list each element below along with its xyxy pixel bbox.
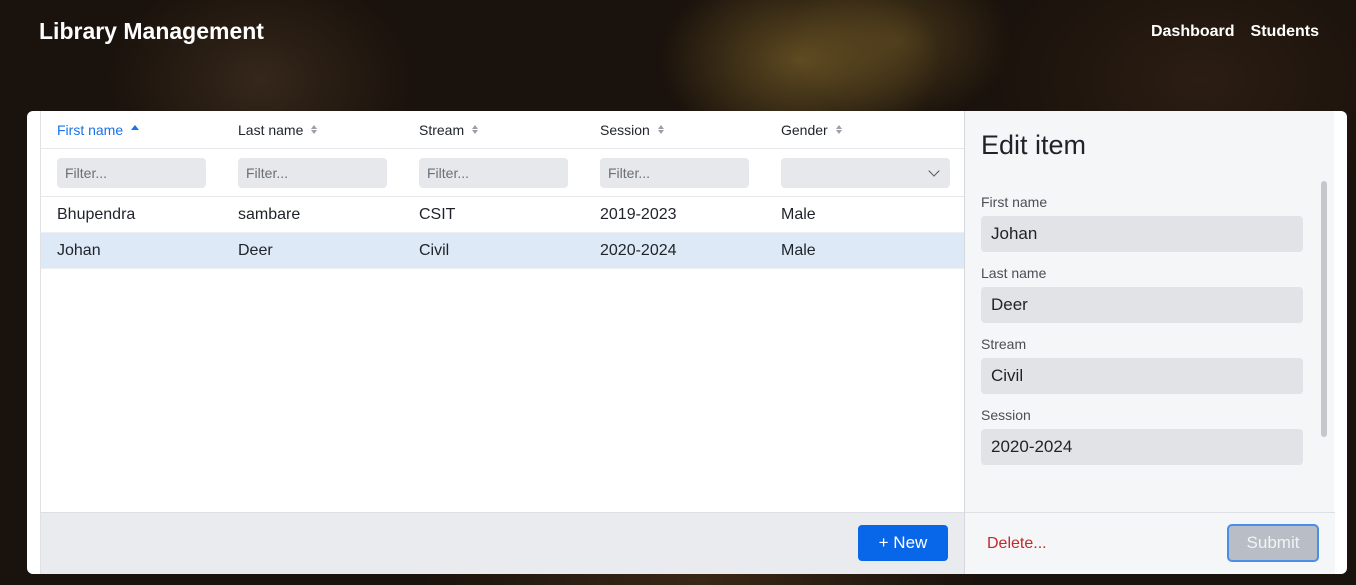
last-name-field[interactable]: Deer [981, 287, 1303, 323]
scrollbar-thumb[interactable] [1321, 181, 1327, 437]
session-filter-input[interactable] [600, 157, 749, 188]
cell-last-name: sambare [238, 205, 301, 223]
app-title[interactable]: Library Management [39, 18, 264, 45]
grid-header: First name Last name Stream Session Gend… [41, 111, 965, 149]
nav-students-link[interactable]: Students [1251, 23, 1319, 41]
column-label: Session [600, 121, 650, 138]
cell-session: 2020-2024 [600, 241, 677, 259]
table-row-selected[interactable]: Johan Deer Civil 2020-2024 Male [41, 233, 965, 269]
nav-links: Dashboard Students [1151, 23, 1319, 41]
cell-session: 2019-2023 [600, 205, 677, 223]
cell-stream: CSIT [419, 205, 456, 223]
top-navbar: Library Management Dashboard Students [0, 0, 1356, 70]
last-name-filter-input[interactable] [238, 157, 387, 188]
sort-icon [472, 125, 479, 134]
nav-dashboard-link[interactable]: Dashboard [1151, 23, 1235, 41]
sort-icon [835, 125, 842, 134]
column-label: Last name [238, 121, 304, 138]
column-header-last-name[interactable]: Last name [222, 122, 403, 138]
grid-footer: + New [40, 512, 964, 574]
new-item-button[interactable]: + New [858, 525, 948, 561]
cell-gender: Male [781, 241, 816, 259]
sort-icon [657, 125, 664, 134]
sort-ascending-icon [131, 125, 140, 130]
gender-filter-select[interactable] [781, 157, 950, 188]
first-name-label: First name [981, 194, 1048, 210]
edit-panel-title: Edit item [981, 130, 1087, 160]
column-header-first-name[interactable]: First name [41, 122, 222, 138]
edit-panel: Edit item First name Johan Last name Dee… [964, 111, 1335, 574]
students-card: First name Last name Stream Session Gend… [27, 111, 1347, 574]
last-name-label: Last name [981, 265, 1047, 281]
students-grid: First name Last name Stream Session Gend… [40, 111, 965, 512]
table-row[interactable]: Bhupendra sambare CSIT 2019-2023 Male [41, 197, 965, 233]
column-label: Stream [419, 121, 465, 138]
cell-gender: Male [781, 205, 816, 223]
session-field[interactable]: 2020-2024 [981, 429, 1303, 465]
stream-field[interactable]: Civil [981, 358, 1303, 394]
cell-first-name: Johan [57, 241, 101, 259]
column-header-stream[interactable]: Stream [403, 122, 584, 138]
column-header-session[interactable]: Session [584, 122, 765, 138]
session-label: Session [981, 407, 1031, 423]
sort-icon [311, 125, 318, 134]
form-scrollbar[interactable] [1320, 179, 1328, 495]
cell-first-name: Bhupendra [57, 205, 136, 223]
column-label: Gender [781, 121, 828, 138]
delete-button[interactable]: Delete... [987, 535, 1047, 553]
first-name-field[interactable]: Johan [981, 216, 1303, 252]
filter-row [41, 149, 965, 197]
stream-filter-input[interactable] [419, 157, 568, 188]
edit-panel-footer: Delete... Submit [965, 512, 1335, 574]
stream-label: Stream [981, 336, 1027, 352]
submit-button[interactable]: Submit [1227, 524, 1319, 562]
column-header-gender[interactable]: Gender [765, 122, 946, 138]
cell-stream: Civil [419, 241, 450, 259]
chevron-down-icon [928, 164, 940, 177]
column-label: First name [57, 121, 124, 138]
edit-form: First name Johan Last name Deer Stream C… [981, 181, 1303, 493]
cell-last-name: Deer [238, 241, 273, 259]
first-name-filter-input[interactable] [57, 157, 206, 188]
